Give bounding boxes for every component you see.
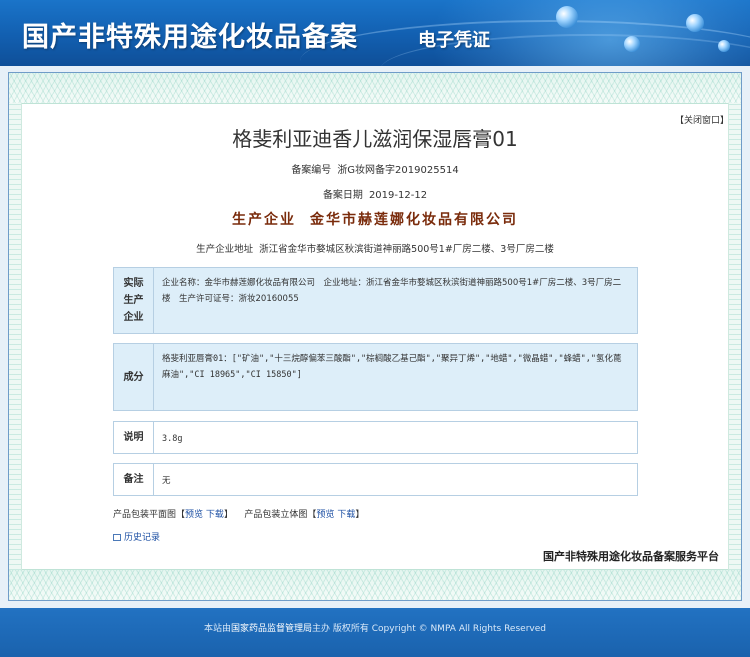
header-banner: 国产非特殊用途化妆品备案 电子凭证 (0, 0, 750, 66)
label-char: 生产 (123, 295, 144, 306)
actual-producer-label: 实际 生产 企业 (114, 268, 154, 333)
package-downloads: 产品包装平面图【预览 下载】 产品包装立体图【预览 下载】 (113, 507, 364, 520)
record-number-label: 备案编号 (291, 165, 332, 176)
label-char: 企业 (123, 312, 144, 323)
certificate-panel: 【关闭窗口】 格斐利亚迪香儿滋润保湿唇膏01 备案编号 浙G妆网备字2019025… (8, 72, 742, 601)
platform-stamp: 国产非特殊用途化妆品备案服务平台 (543, 550, 719, 563)
molecule-icon (718, 40, 730, 52)
site-title: 国产非特殊用途化妆品备案 (22, 22, 358, 53)
bracket: 【 (176, 510, 186, 520)
record-date-label: 备案日期 (322, 190, 363, 201)
molecule-icon (556, 6, 578, 28)
company-address: 生产企业地址 浙江省金华市婺城区秋滨街道神丽路500号1#厂房二楼、3号厂房二楼 (9, 241, 741, 255)
history-link[interactable]: 历史记录 (113, 530, 160, 543)
record-date-value: 2019-12-12 (368, 190, 428, 201)
product-name: 格斐利亚迪香儿滋润保湿唇膏01 (232, 127, 518, 151)
ingredients-content: 格斐利亚唇膏01：["矿油","十三烷醇偏苯三酸酯","棕榈酸乙基己酯","聚异… (162, 354, 622, 380)
company-label: 生产企业 (232, 212, 296, 228)
molecule-icon (686, 14, 704, 32)
solid-image-label: 产品包装立体图 (244, 510, 308, 520)
actual-producer-content: 企业名称：金华市赫莲娜化妆品有限公司 企业地址：浙江省金华市婺城区秋滨街道神丽路… (162, 278, 622, 304)
record-number: 备案编号 浙G妆网备字2019025514 (9, 161, 741, 176)
ingredients-label: 成分 (114, 344, 154, 410)
guilloche-border (9, 73, 741, 104)
molecule-icon (624, 36, 640, 52)
company-address-value: 浙江省金华市婺城区秋滨街道神丽路500号1#厂房二楼、3号厂房二楼 (259, 244, 554, 255)
record-date: 备案日期 2019-12-12 (9, 186, 741, 201)
guilloche-border (9, 569, 741, 600)
flat-image-label: 产品包装平面图 (113, 510, 177, 520)
footer-prefix: 本站由 (204, 624, 232, 634)
company-address-label: 生产企业地址 (196, 244, 254, 255)
site-subtitle: 电子凭证 (418, 30, 490, 51)
footer-copyright: 本站由国家药品监督管理局主办 版权所有 Copyright © NMPA All… (0, 621, 750, 634)
description-label: 说明 (114, 422, 154, 453)
flat-download-link[interactable]: 下载 (206, 510, 224, 520)
ingredients-section: 成分 格斐利亚唇膏01：["矿油","十三烷醇偏苯三酸酯","棕榈酸乙基己酯",… (113, 343, 638, 411)
footer-org-link[interactable]: 国家药品监督管理局 (231, 624, 312, 634)
remarks-content: 无 (162, 476, 171, 486)
flat-preview-link[interactable]: 预览 (185, 510, 203, 520)
description-content: 3.8g (162, 434, 183, 444)
history-label[interactable]: 历史记录 (124, 533, 160, 543)
footer: 本站由国家药品监督管理局主办 版权所有 Copyright © NMPA All… (0, 608, 750, 657)
history-icon (113, 534, 121, 541)
company-name: 金华市赫莲娜化妆品有限公司 (310, 212, 518, 228)
actual-producer-section: 实际 生产 企业 企业名称：金华市赫莲娜化妆品有限公司 企业地址：浙江省金华市婺… (113, 267, 638, 334)
company: 生产企业 金华市赫莲娜化妆品有限公司 (9, 209, 741, 229)
bracket: 】 (355, 510, 365, 520)
solid-download-link[interactable]: 下载 (337, 510, 355, 520)
description-section: 说明 3.8g (113, 421, 638, 454)
bracket: 】 (223, 510, 233, 520)
solid-preview-link[interactable]: 预览 (316, 510, 334, 520)
remarks-section: 备注 无 (113, 463, 638, 496)
remarks-label: 备注 (114, 464, 154, 495)
label-char: 实际 (123, 278, 144, 289)
record-number-value: 浙G妆网备字2019025514 (337, 165, 459, 176)
footer-suffix: 主办 版权所有 Copyright © NMPA All Rights Rese… (312, 624, 546, 634)
